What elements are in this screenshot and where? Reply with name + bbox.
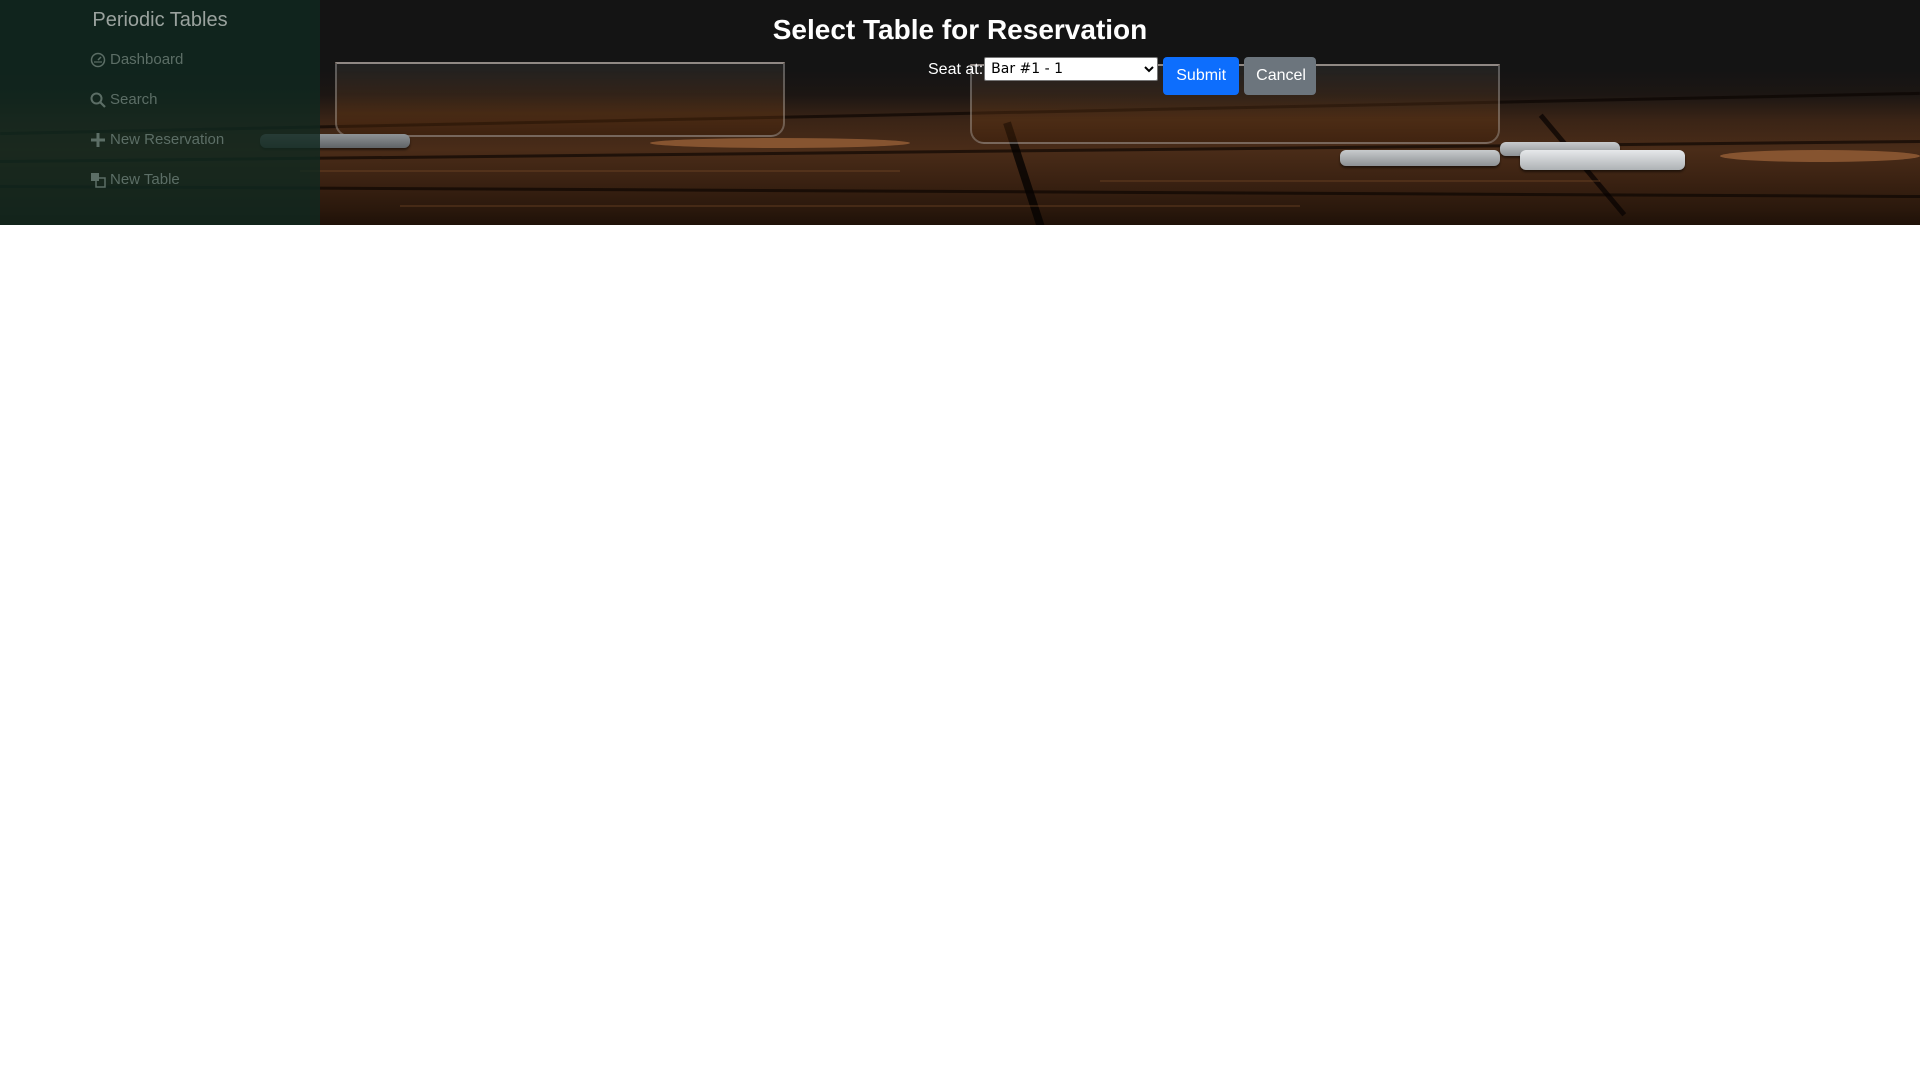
seat-form: Seat at: Bar #1 - 1 Submit Cancel xyxy=(928,57,1317,95)
table-layers-icon xyxy=(90,172,106,188)
sidebar-item-label: New Table xyxy=(110,171,180,188)
seat-label: Seat at: xyxy=(928,61,984,78)
page-title: Select Table for Reservation xyxy=(772,14,1148,45)
search-icon xyxy=(90,92,106,108)
table-select[interactable]: Bar #1 - 1 xyxy=(984,57,1159,81)
sidebar-item-new-reservation[interactable]: New Reservation xyxy=(90,131,224,148)
sidebar-item-dashboard[interactable]: Dashboard xyxy=(90,51,183,68)
submit-button[interactable]: Submit xyxy=(1163,57,1240,95)
main-content-area xyxy=(0,225,1920,1080)
sidebar-item-label: New Reservation xyxy=(110,131,225,148)
sidebar-item-label: Dashboard xyxy=(110,51,184,68)
plus-icon xyxy=(90,132,106,148)
dashboard-icon xyxy=(90,52,106,68)
sidebar-item-new-table[interactable]: New Table xyxy=(90,171,180,188)
sidebar-item-label: Search xyxy=(110,91,158,108)
glass-left-decor xyxy=(335,62,785,137)
sidebar-item-search[interactable]: Search xyxy=(90,91,158,108)
cancel-button[interactable]: Cancel xyxy=(1244,57,1317,95)
